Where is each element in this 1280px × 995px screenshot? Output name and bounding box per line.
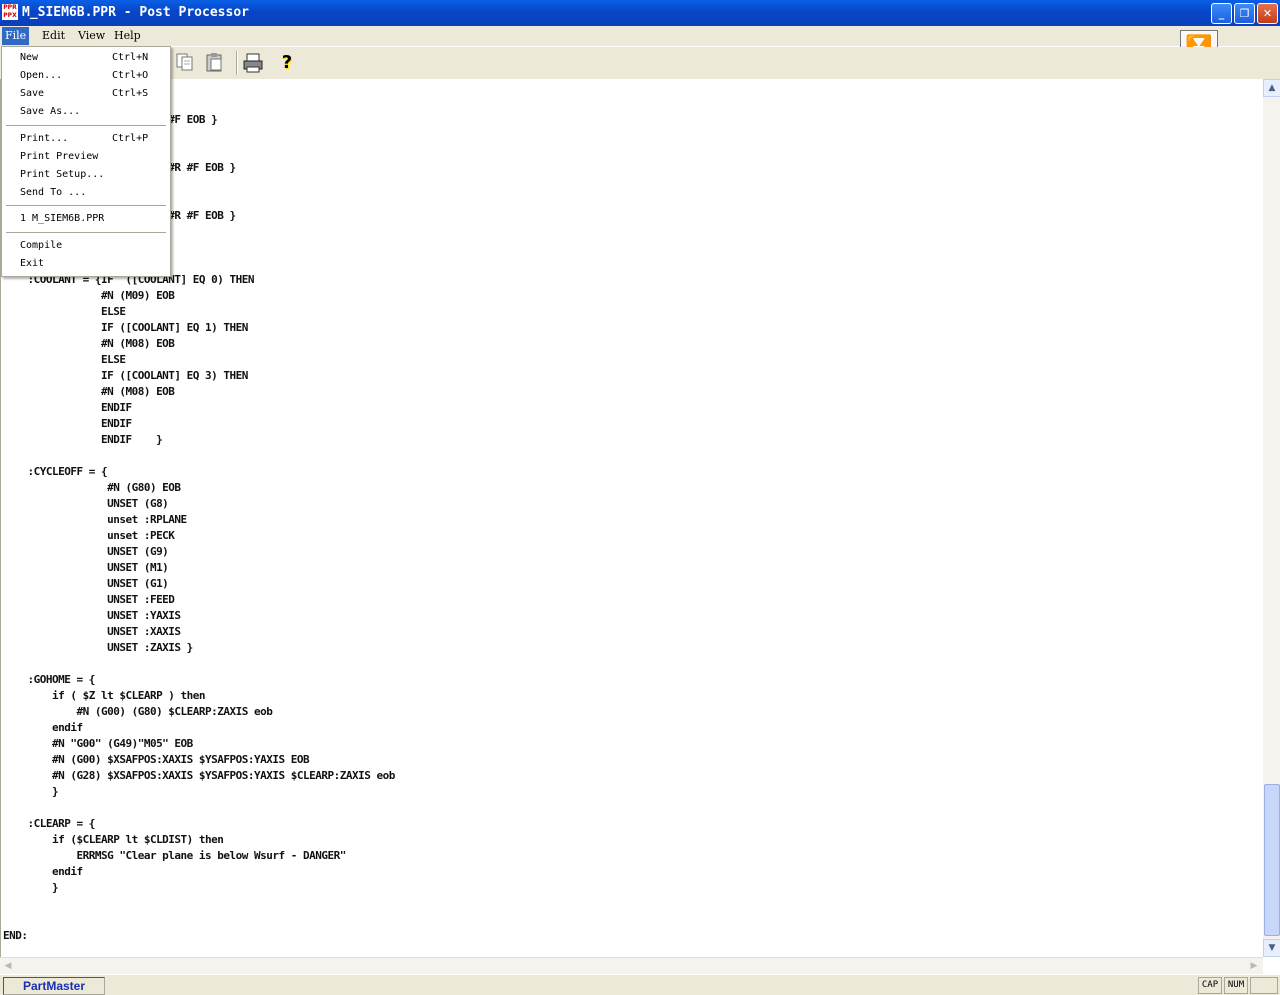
code-line: UNSET (G8) — [3, 497, 169, 510]
horizontal-scrollbar[interactable]: ◀ ▶ — [0, 957, 1263, 975]
code-line: UNSET (G9) — [3, 545, 169, 558]
code-line: ENDIF — [3, 417, 132, 430]
code-line: UNSET :ZAXIS } — [3, 641, 193, 654]
code-line: ERRMSG "Clear plane is below Wsurf - DAN… — [3, 849, 346, 862]
shortcut-open: Ctrl+O — [112, 70, 149, 81]
code-line: UNSET :YAXIS — [3, 609, 181, 622]
menu-edit[interactable]: Edit — [42, 29, 65, 42]
menu-help[interactable]: Help — [114, 29, 141, 42]
menu-item-save-as[interactable]: Save As... — [20, 106, 80, 117]
code-line: endif — [3, 865, 83, 878]
menu-item-print-preview[interactable]: Print Preview — [20, 151, 98, 162]
shortcut-print: Ctrl+P — [112, 133, 149, 144]
menu-item-compile[interactable]: Compile — [20, 240, 62, 251]
code-line: #N "G00" (G49)"M05" EOB — [3, 737, 193, 750]
code-line: UNSET (G1) — [3, 577, 169, 590]
file-menu-dropdown: New Ctrl+N Open... Ctrl+O Save Ctrl+S Sa… — [1, 46, 171, 277]
code-line: unset :RPLANE — [3, 513, 187, 526]
code-line: #N (M08) EOB — [3, 337, 175, 350]
menu-item-exit[interactable]: Exit — [20, 258, 44, 269]
vertical-scrollbar[interactable]: ▲ ▼ — [1263, 79, 1280, 957]
toolbar-separator — [236, 51, 238, 75]
status-pane-empty — [1250, 977, 1278, 994]
code-line: endif — [3, 721, 83, 734]
print-icon[interactable] — [242, 52, 264, 74]
code-line: #N (G28) $XSAFPOS:XAXIS $YSAFPOS:YAXIS $… — [3, 769, 395, 782]
code-line: #N (G00) (G80) $CLEARP:ZAXIS eob — [3, 705, 273, 718]
code-line: #N (G00) $XSAFPOS:XAXIS $YSAFPOS:YAXIS E… — [3, 753, 310, 766]
menu-separator — [6, 205, 166, 206]
help-glyph: ? — [281, 52, 293, 73]
menu-file[interactable]: File — [2, 27, 30, 45]
menu-item-open[interactable]: Open... — [20, 70, 62, 81]
code-line: ENDIF } — [3, 433, 163, 446]
code-line: UNSET :FEED — [3, 593, 175, 606]
app-icon: PPR PPX — [2, 4, 18, 20]
status-bar: PartMaster CAP NUM — [0, 974, 1280, 995]
scroll-thumb[interactable] — [1264, 784, 1280, 936]
shortcut-save: Ctrl+S — [112, 88, 149, 99]
code-line: IF ([COOLANT] EQ 1) THEN — [3, 321, 248, 334]
code-line: if ( $Z lt $CLEARP ) then — [3, 689, 206, 702]
code-line: unset :PECK — [3, 529, 175, 542]
brand-label: PartMaster — [3, 977, 105, 995]
menu-bar: File Edit View Help — [0, 26, 1280, 47]
title-bar: PPR PPX M_SIEM6B.PPR - Post Processor _ … — [0, 0, 1280, 26]
maximize-button[interactable]: ❐ — [1234, 3, 1255, 24]
toolbar: ? — [0, 47, 1280, 80]
code-line: UNSET (M1) — [3, 561, 169, 574]
code-line: ENDIF — [3, 401, 132, 414]
code-line: } — [3, 881, 59, 894]
code-line: ELSE — [3, 305, 126, 318]
code-line: :CLEARP = { — [3, 817, 95, 830]
window-title: M_SIEM6B.PPR - Post Processor — [22, 5, 249, 20]
code-line: IF ([COOLANT] EQ 3) THEN — [3, 369, 248, 382]
help-icon[interactable]: ? — [276, 52, 298, 74]
menu-view[interactable]: View — [78, 29, 105, 42]
shortcut-new: Ctrl+N — [112, 52, 149, 63]
code-line: #N (M08) EOB — [3, 385, 175, 398]
code-line: END: — [3, 929, 28, 942]
minimize-button[interactable]: _ — [1211, 3, 1232, 24]
cap-indicator: CAP — [1198, 977, 1222, 994]
code-editor[interactable]: EOB E (G84) #X #Y #Z #R #F EOB } EOB E (… — [0, 79, 1264, 957]
code-line: :GOHOME = { — [3, 673, 95, 686]
code-line: UNSET :XAXIS — [3, 625, 181, 638]
menu-separator — [6, 125, 166, 126]
scroll-down-arrow[interactable]: ▼ — [1263, 939, 1280, 957]
code-line: :CYCLEOFF = { — [3, 465, 108, 478]
code-line: #N (M09) EOB — [3, 289, 175, 302]
copy-icon[interactable] — [174, 52, 196, 74]
scroll-right-arrow[interactable]: ▶ — [1246, 959, 1262, 973]
menu-separator — [6, 232, 166, 233]
code-line: #N (G80) EOB — [3, 481, 181, 494]
scroll-up-arrow[interactable]: ▲ — [1263, 79, 1280, 97]
code-line: if ($CLEARP lt $CLDIST) then — [3, 833, 224, 846]
menu-item-new[interactable]: New — [20, 52, 38, 63]
menu-item-print-setup[interactable]: Print Setup... — [20, 169, 104, 180]
menu-item-send-to[interactable]: Send To ... — [20, 187, 86, 198]
close-button[interactable]: ✕ — [1257, 3, 1278, 24]
menu-item-save[interactable]: Save — [20, 88, 44, 99]
code-line: } — [3, 785, 59, 798]
menu-item-recent-file[interactable]: 1 M_SIEM6B.PPR — [20, 213, 104, 224]
menu-item-print[interactable]: Print... — [20, 133, 68, 144]
code-line: ELSE — [3, 353, 126, 366]
scroll-left-arrow[interactable]: ◀ — [0, 959, 16, 973]
num-indicator: NUM — [1224, 977, 1248, 994]
paste-icon[interactable] — [204, 52, 226, 74]
